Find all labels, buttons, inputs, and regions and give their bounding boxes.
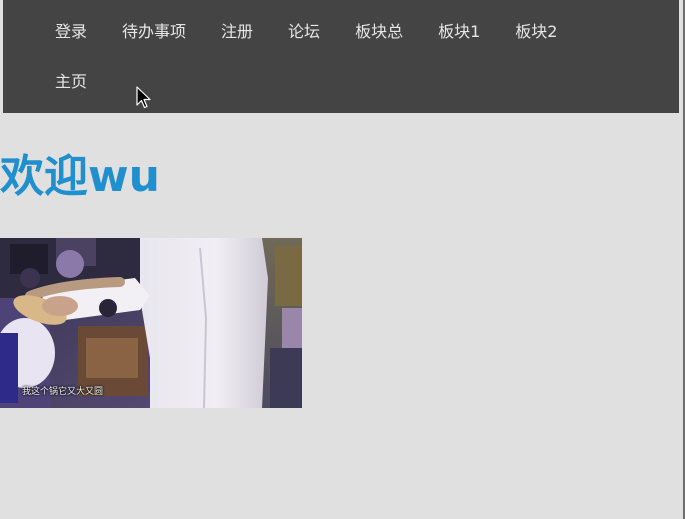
nav-link-login[interactable]: 登录 (55, 19, 87, 45)
nav-row-2: 主页 (55, 69, 87, 95)
welcome-heading: 欢迎wu (0, 151, 160, 202)
gif-frame-graphic (0, 238, 302, 408)
nav-row-1: 登录 待办事项 注册 论坛 板块总 板块1 板块2 (55, 19, 557, 45)
mouse-cursor-icon (136, 86, 151, 109)
nav-link-board-1[interactable]: 板块1 (438, 19, 480, 45)
nav-link-board-all[interactable]: 板块总 (355, 19, 403, 45)
nav-link-todo[interactable]: 待办事项 (122, 19, 186, 45)
nav-link-board-2[interactable]: 板块2 (515, 19, 557, 45)
gif-subtitle-caption: 我这个锅它又大又圆 (22, 387, 104, 397)
nav-link-home[interactable]: 主页 (55, 69, 87, 95)
top-navbar: 登录 待办事项 注册 论坛 板块总 板块1 板块2 主页 (3, 0, 679, 113)
animated-gif-image: 我这个锅它又大又圆 (0, 238, 302, 408)
nav-link-register[interactable]: 注册 (221, 19, 253, 45)
nav-link-forum[interactable]: 论坛 (288, 19, 320, 45)
